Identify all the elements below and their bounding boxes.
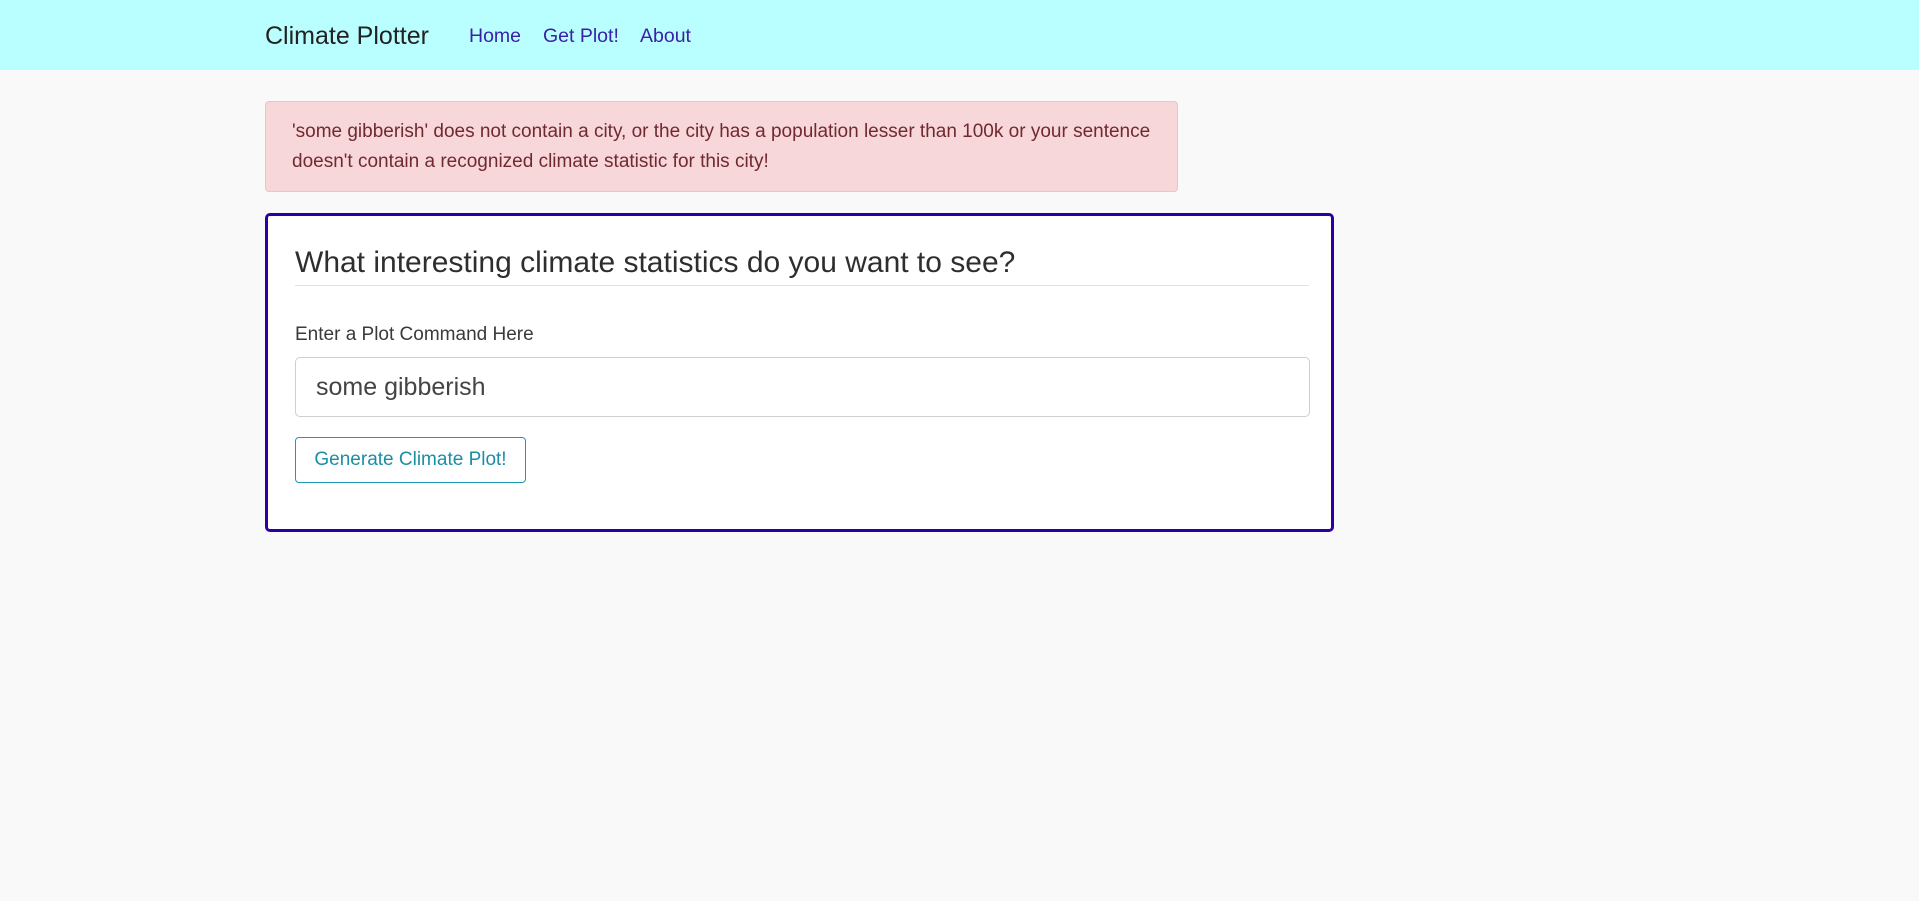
- title-divider: [295, 285, 1309, 286]
- plot-command-input[interactable]: [295, 357, 1310, 417]
- navbar: Climate Plotter Home Get Plot! About: [0, 0, 1919, 70]
- error-alert-message: 'some gibberish' does not contain a city…: [292, 121, 1151, 172]
- nav-link-home[interactable]: Home: [469, 25, 521, 48]
- plot-command-card: What interesting climate statistics do y…: [265, 213, 1334, 532]
- error-alert: 'some gibberish' does not contain a city…: [265, 101, 1178, 192]
- nav-link-get-plot[interactable]: Get Plot!: [543, 25, 619, 48]
- generate-climate-plot-button[interactable]: Generate Climate Plot!: [295, 437, 526, 483]
- card-title: What interesting climate statistics do y…: [295, 246, 1016, 279]
- plot-command-label: Enter a Plot Command Here: [295, 324, 534, 345]
- brand-link[interactable]: Climate Plotter: [265, 22, 429, 51]
- nav-link-about[interactable]: About: [640, 25, 691, 48]
